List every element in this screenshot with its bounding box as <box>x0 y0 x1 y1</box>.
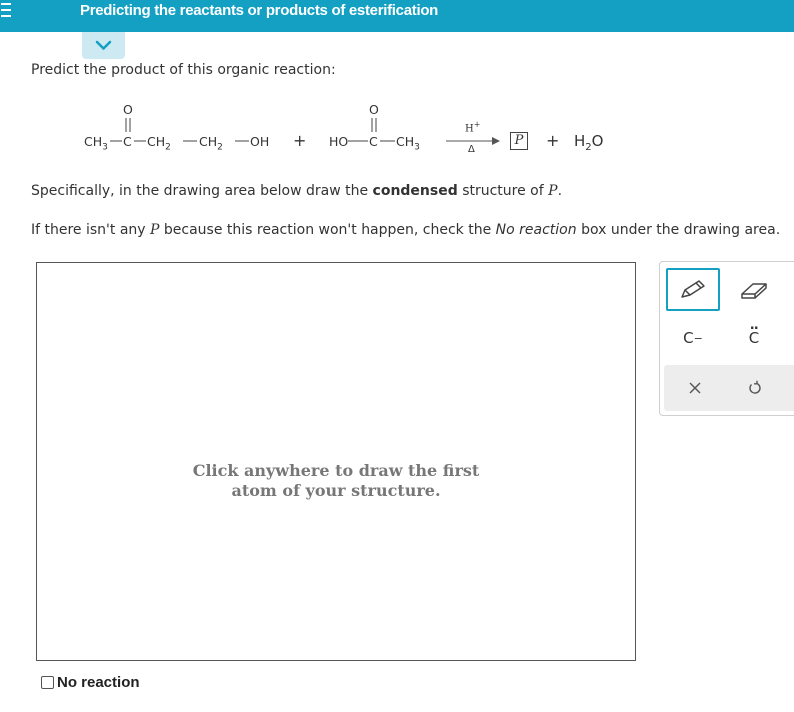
bond-lines <box>110 118 500 145</box>
water-molecule: H2O <box>574 132 603 153</box>
carbanion-charge: − <box>693 331 703 345</box>
product-placeholder: P <box>510 132 528 150</box>
catalyst-charge: + <box>473 120 481 129</box>
top-bar: Predicting the reactants or products of … <box>0 0 794 32</box>
ch2-group-1: CH2 <box>147 134 171 153</box>
ho-group: HO <box>329 134 349 149</box>
undo-icon <box>749 380 761 394</box>
pencil-icon <box>681 279 705 298</box>
pencil-tool-button[interactable] <box>666 268 720 311</box>
drawing-toolbox: C − .. C <box>659 261 794 416</box>
carbanion-tool-button[interactable]: C − <box>666 318 720 358</box>
acid-carbonyl-oxygen: O <box>369 102 379 117</box>
collapse-button[interactable] <box>82 32 125 59</box>
lone-pair-glyph: .. C <box>749 318 759 347</box>
ch2-subscript-2: 2 <box>217 142 223 153</box>
carbonyl-oxygen: O <box>123 102 133 117</box>
ch2-subscript-1: 2 <box>165 142 171 153</box>
ch3-group: CH3 <box>84 134 108 153</box>
ch3-subscript: 3 <box>102 142 108 153</box>
ch2-group-2: CH2 <box>199 134 223 153</box>
no-reaction-checkbox[interactable] <box>41 676 54 689</box>
hint-italic: No reaction <box>495 222 577 238</box>
hydroxyl-group: OH <box>250 134 270 149</box>
reaction-equation: CH3 C O CH2 CH2 OH + HO C O CH3 H+ Δ P +… <box>80 96 620 166</box>
catalyst-h: H <box>465 123 474 135</box>
ch3-text: CH <box>84 134 103 149</box>
menu-icon[interactable] <box>0 0 14 20</box>
ch2-text-1: CH <box>147 134 166 149</box>
page-title: Predicting the reactants or products of … <box>80 2 439 19</box>
hint-part1: If there isn't any <box>31 222 151 238</box>
lone-pair-tool-button[interactable]: .. C <box>728 318 780 358</box>
eraser-tool-button[interactable] <box>728 268 780 311</box>
canvas-hint-line2: atom of your structure. <box>231 481 441 500</box>
canvas-hint-line1: Click anywhere to draw the first <box>192 461 480 480</box>
carbonyl-carbon: C <box>123 134 132 149</box>
acid-carbonyl-carbon: C <box>369 134 378 149</box>
canvas-hint: Click anywhere to draw the first atom of… <box>37 461 635 501</box>
heat-symbol: Δ <box>468 144 475 155</box>
water-o: O <box>591 132 604 150</box>
close-icon <box>689 382 701 394</box>
question-prompt: Predict the product of this organic reac… <box>31 62 336 78</box>
clear-button[interactable] <box>670 368 720 408</box>
plus-sign: + <box>293 131 307 150</box>
instruction-part1: Specifically, in the drawing area below … <box>31 183 373 199</box>
hint-part3: box under the drawing area. <box>576 222 781 238</box>
eraser-icon <box>741 282 767 299</box>
instruction-bold: condensed <box>372 183 458 199</box>
acid-ch3-subscript: 3 <box>414 142 420 153</box>
plus-sign-2: + <box>546 131 560 150</box>
no-reaction-checkbox-row[interactable]: No reaction <box>41 674 140 691</box>
carbanion-label: C <box>683 329 694 347</box>
instruction-part2: structure of <box>457 183 549 199</box>
undo-button[interactable] <box>730 368 780 408</box>
instruction-text: Specifically, in the drawing area below … <box>31 183 562 199</box>
instruction-symbol: P <box>548 183 558 199</box>
lone-pair-dots: .. <box>749 318 759 333</box>
no-reaction-label: No reaction <box>57 674 140 691</box>
acid-ch3-group: CH3 <box>396 134 420 153</box>
water-h: H <box>574 132 586 150</box>
drawing-canvas[interactable]: Click anywhere to draw the first atom of… <box>36 262 636 661</box>
no-reaction-hint: If there isn't any P because this reacti… <box>31 222 780 238</box>
instruction-period: . <box>557 183 563 199</box>
catalyst-label: H+ <box>465 120 480 134</box>
acid-ch3-text: CH <box>396 134 415 149</box>
hint-part2: because this reaction won't happen, chec… <box>159 222 496 238</box>
ch2-text-2: CH <box>199 134 218 149</box>
chevron-down-icon <box>95 40 112 50</box>
